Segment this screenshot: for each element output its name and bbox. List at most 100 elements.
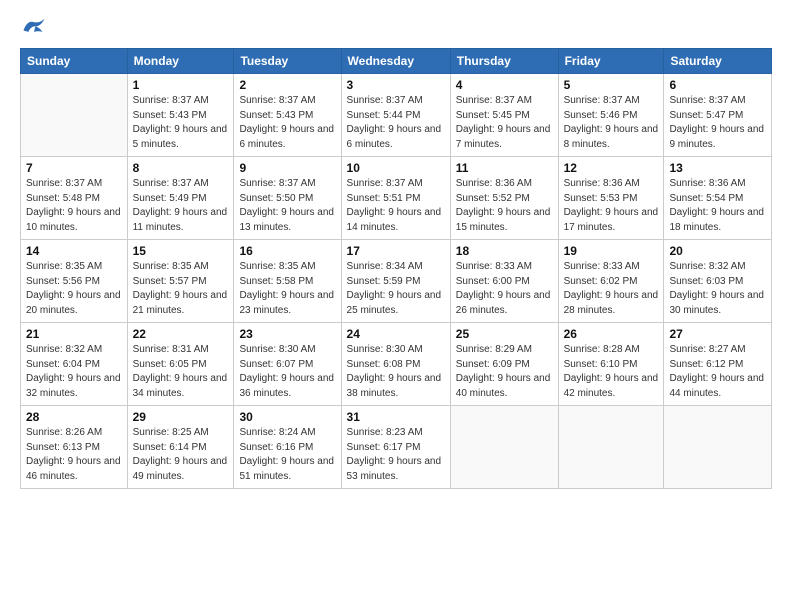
- day-cell: 18Sunrise: 8:33 AMSunset: 6:00 PMDayligh…: [450, 240, 558, 323]
- day-number: 30: [239, 410, 335, 424]
- daylight-text: Daylight: 9 hours and28 minutes.: [564, 289, 659, 318]
- day-cell: 5Sunrise: 8:37 AMSunset: 5:46 PMDaylight…: [558, 74, 664, 157]
- daylight-text: Daylight: 9 hours and23 minutes.: [239, 289, 335, 318]
- day-info: Sunrise: 8:25 AMSunset: 6:14 PMDaylight:…: [133, 426, 229, 484]
- day-cell: [21, 74, 128, 157]
- day-cell: 25Sunrise: 8:29 AMSunset: 6:09 PMDayligh…: [450, 323, 558, 406]
- sunset-text: Sunset: 5:43 PM: [239, 109, 335, 124]
- week-row-4: 21Sunrise: 8:32 AMSunset: 6:04 PMDayligh…: [21, 323, 772, 406]
- daylight-text: Daylight: 9 hours and13 minutes.: [239, 206, 335, 235]
- sunrise-text: Sunrise: 8:37 AM: [239, 177, 335, 192]
- col-header-saturday: Saturday: [664, 49, 772, 74]
- col-header-sunday: Sunday: [21, 49, 128, 74]
- sunset-text: Sunset: 5:59 PM: [347, 275, 445, 290]
- sunrise-text: Sunrise: 8:25 AM: [133, 426, 229, 441]
- daylight-text: Daylight: 9 hours and17 minutes.: [564, 206, 659, 235]
- sunset-text: Sunset: 5:44 PM: [347, 109, 445, 124]
- day-number: 11: [456, 161, 553, 175]
- daylight-text: Daylight: 9 hours and6 minutes.: [347, 123, 445, 152]
- day-info: Sunrise: 8:35 AMSunset: 5:58 PMDaylight:…: [239, 260, 335, 318]
- sunrise-text: Sunrise: 8:23 AM: [347, 426, 445, 441]
- sunset-text: Sunset: 5:45 PM: [456, 109, 553, 124]
- sunset-text: Sunset: 5:52 PM: [456, 192, 553, 207]
- daylight-text: Daylight: 9 hours and25 minutes.: [347, 289, 445, 318]
- day-cell: [664, 406, 772, 489]
- sunset-text: Sunset: 5:50 PM: [239, 192, 335, 207]
- day-cell: 23 Sunrise: 8:30 AMSunset: 6:07 PMDayligh…: [234, 323, 341, 406]
- day-cell: 11 Sunrise: 8:36 AMSunset: 5:52 PMDayligh…: [450, 157, 558, 240]
- day-cell: 20Sunrise: 8:32 AMSunset: 6:03 PMDayligh…: [664, 240, 772, 323]
- daylight-text: Daylight: 9 hours and53 minutes.: [347, 455, 445, 484]
- day-info: Sunrise: 8:29 AMSunset: 6:09 PMDaylight:…: [456, 343, 553, 401]
- sunrise-text: Sunrise: 8:29 AM: [456, 343, 553, 358]
- day-cell: 1Sunrise: 8:37 AMSunset: 5:43 PMDaylight…: [127, 74, 234, 157]
- day-number: 1: [133, 78, 229, 92]
- sunset-text: Sunset: 5:43 PM: [133, 109, 229, 124]
- daylight-text: Daylight: 9 hours and34 minutes.: [133, 372, 229, 401]
- day-info: Sunrise: 8:28 AMSunset: 6:10 PMDaylight:…: [564, 343, 659, 401]
- sunset-text: Sunset: 6:04 PM: [26, 358, 122, 373]
- day-info: Sunrise: 8:33 AMSunset: 6:02 PMDaylight:…: [564, 260, 659, 318]
- day-info: Sunrise: 8:35 AMSunset: 5:57 PMDaylight:…: [133, 260, 229, 318]
- day-number: 4: [456, 78, 553, 92]
- day-cell: 14Sunrise: 8:35 AMSunset: 5:56 PMDayligh…: [21, 240, 128, 323]
- day-cell: 9Sunrise: 8:37 AMSunset: 5:50 PMDaylight…: [234, 157, 341, 240]
- daylight-text: Daylight: 9 hours and7 minutes.: [456, 123, 553, 152]
- day-cell: 21Sunrise: 8:32 AMSunset: 6:04 PMDayligh…: [21, 323, 128, 406]
- sunrise-text: Sunrise: 8:37 AM: [239, 94, 335, 109]
- week-row-1: 1Sunrise: 8:37 AMSunset: 5:43 PMDaylight…: [21, 74, 772, 157]
- day-number: 6: [669, 78, 766, 92]
- daylight-text: Daylight: 9 hours and21 minutes.: [133, 289, 229, 318]
- logo-icon: [20, 16, 48, 38]
- day-number: 13: [669, 161, 766, 175]
- sunset-text: Sunset: 5:46 PM: [564, 109, 659, 124]
- daylight-text: Daylight: 9 hours and40 minutes.: [456, 372, 553, 401]
- sunrise-text: Sunrise: 8:30 AM: [239, 343, 335, 358]
- sunrise-text: Sunrise: 8:32 AM: [669, 260, 766, 275]
- week-row-3: 14Sunrise: 8:35 AMSunset: 5:56 PMDayligh…: [21, 240, 772, 323]
- day-number: 28: [26, 410, 122, 424]
- sunrise-text: Sunrise: 8:32 AM: [26, 343, 122, 358]
- sunset-text: Sunset: 6:12 PM: [669, 358, 766, 373]
- day-cell: 6 Sunrise: 8:37 AMSunset: 5:47 PMDaylight…: [664, 74, 772, 157]
- day-cell: 26Sunrise: 8:28 AMSunset: 6:10 PMDayligh…: [558, 323, 664, 406]
- day-info: Sunrise: 8:37 AMSunset: 5:51 PMDaylight:…: [347, 177, 445, 235]
- day-info: Sunrise: 8:37 AMSunset: 5:44 PMDaylight:…: [347, 94, 445, 152]
- day-cell: 22Sunrise: 8:31 AMSunset: 6:05 PMDayligh…: [127, 323, 234, 406]
- day-number: 14: [26, 244, 122, 258]
- daylight-text: Daylight: 9 hours and32 minutes.: [26, 372, 122, 401]
- col-header-friday: Friday: [558, 49, 664, 74]
- sunset-text: Sunset: 5:54 PM: [669, 192, 766, 207]
- sunrise-text: Sunrise: 8:37 AM: [564, 94, 659, 109]
- logo: [20, 16, 52, 38]
- week-row-5: 28Sunrise: 8:26 AMSunset: 6:13 PMDayligh…: [21, 406, 772, 489]
- sunset-text: Sunset: 6:08 PM: [347, 358, 445, 373]
- sunrise-text: Sunrise: 8:26 AM: [26, 426, 122, 441]
- sunrise-text: Sunrise: 8:34 AM: [347, 260, 445, 275]
- sunrise-text: Sunrise: 8:36 AM: [669, 177, 766, 192]
- daylight-text: Daylight: 9 hours and9 minutes.: [669, 123, 766, 152]
- sunset-text: Sunset: 5:49 PM: [133, 192, 229, 207]
- sunrise-text: Sunrise: 8:30 AM: [347, 343, 445, 358]
- day-number: 10: [347, 161, 445, 175]
- day-number: 24: [347, 327, 445, 341]
- sunrise-text: Sunrise: 8:35 AM: [26, 260, 122, 275]
- day-number: 3: [347, 78, 445, 92]
- day-info: Sunrise: 8:37 AMSunset: 5:47 PMDaylight:…: [669, 94, 766, 152]
- day-number: 23: [239, 327, 335, 341]
- sunrise-text: Sunrise: 8:31 AM: [133, 343, 229, 358]
- day-info: Sunrise: 8:30 AMSunset: 6:08 PMDaylight:…: [347, 343, 445, 401]
- day-info: Sunrise: 8:37 AMSunset: 5:48 PMDaylight:…: [26, 177, 122, 235]
- day-cell: 15Sunrise: 8:35 AMSunset: 5:57 PMDayligh…: [127, 240, 234, 323]
- week-row-2: 7Sunrise: 8:37 AMSunset: 5:48 PMDaylight…: [21, 157, 772, 240]
- day-cell: 19Sunrise: 8:33 AMSunset: 6:02 PMDayligh…: [558, 240, 664, 323]
- sunrise-text: Sunrise: 8:36 AM: [456, 177, 553, 192]
- day-info: Sunrise: 8:30 AMSunset: 6:07 PMDaylight:…: [239, 343, 335, 401]
- day-number: 8: [133, 161, 229, 175]
- day-info: Sunrise: 8:36 AMSunset: 5:52 PMDaylight:…: [456, 177, 553, 235]
- daylight-text: Daylight: 9 hours and26 minutes.: [456, 289, 553, 318]
- day-info: Sunrise: 8:32 AMSunset: 6:04 PMDaylight:…: [26, 343, 122, 401]
- sunrise-text: Sunrise: 8:35 AM: [133, 260, 229, 275]
- daylight-text: Daylight: 9 hours and14 minutes.: [347, 206, 445, 235]
- daylight-text: Daylight: 9 hours and18 minutes.: [669, 206, 766, 235]
